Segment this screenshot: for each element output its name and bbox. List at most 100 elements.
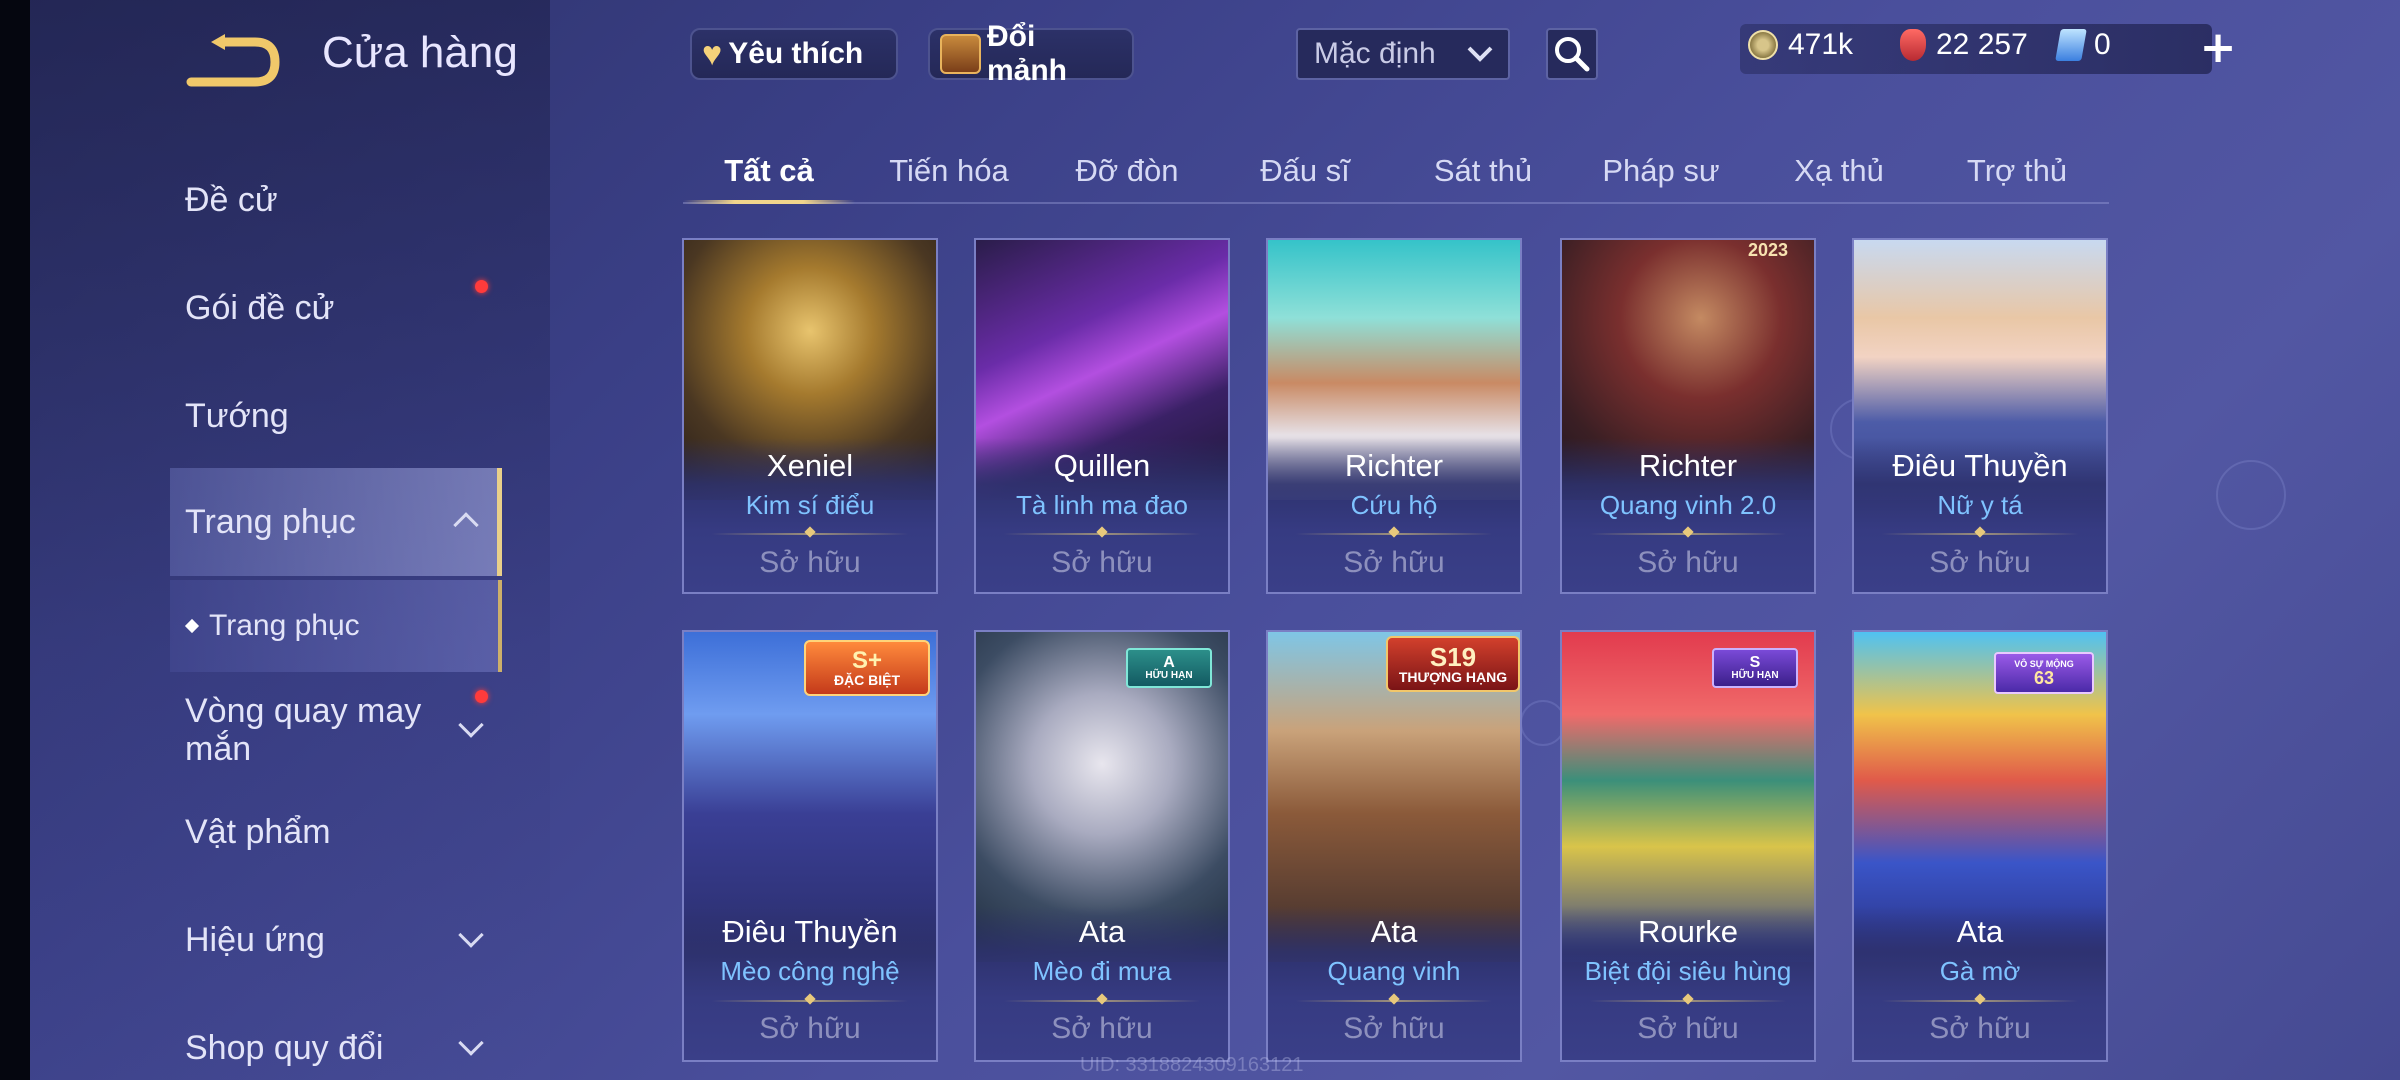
skin-card[interactable]: Richter Cứu hộ Sở hữu xyxy=(1266,238,1522,594)
shop-screen: Cửa hàng ♥ Yêu thích Đổi mảnh Mặc định 4… xyxy=(0,0,2400,1080)
sidebar-item-label: Gói đề cử xyxy=(185,288,335,327)
skin-name: Nữ y tá xyxy=(1937,490,2023,520)
skin-card[interactable]: S HỮU HẠN Rourke Biệt đội siêu hùng Sở h… xyxy=(1560,630,1816,1062)
tab-evolution[interactable]: Tiến hóa xyxy=(863,142,1035,200)
skin-card[interactable]: S19 THƯỢNG HẠNG Ata Quang vinh Sở hữu xyxy=(1266,630,1522,1062)
card-divider xyxy=(1882,533,2078,535)
gold-amount: 471k xyxy=(1788,28,1854,61)
bullet-icon xyxy=(184,618,200,634)
skin-name: Mèo công nghệ xyxy=(720,956,900,986)
gem-balance: 0 xyxy=(2055,28,2111,62)
hero-name: Ata xyxy=(1078,914,1126,949)
search-icon xyxy=(1555,37,1590,72)
hero-name: Richter xyxy=(1344,448,1444,483)
skin-name: Tà linh ma đao xyxy=(1016,490,1188,520)
sidebar-subitem-skins[interactable]: Trang phục xyxy=(170,580,502,672)
tab-fighter[interactable]: Đấu sĩ xyxy=(1219,142,1391,200)
card-divider xyxy=(1590,533,1786,535)
tab-mage[interactable]: Pháp sư xyxy=(1575,142,1747,200)
gold-coin-icon xyxy=(1748,30,1778,60)
tab-label: Tất cả xyxy=(724,153,814,188)
tab-support[interactable]: Trợ thủ xyxy=(1931,142,2103,200)
sidebar-item-label: Trang phục xyxy=(185,502,356,541)
hero-name: Xeniel xyxy=(766,448,854,483)
tab-label: Tiến hóa xyxy=(889,153,1009,188)
favorites-button[interactable]: ♥ Yêu thích xyxy=(690,28,898,80)
skin-card[interactable]: VÔ SỰ MỘNG 63 Ata Gà mờ Sở hữu xyxy=(1852,630,2108,1062)
tab-tank[interactable]: Đỡ đòn xyxy=(1041,142,1213,200)
sidebar-item-lucky-wheel[interactable]: Vòng quay may mắn xyxy=(170,680,502,780)
sidebar-item-heroes[interactable]: Tướng xyxy=(170,386,502,446)
chevron-down-icon xyxy=(1467,46,1493,62)
owned-label: Sở hữu xyxy=(759,546,861,579)
shard-exchange-button[interactable]: Đổi mảnh xyxy=(928,20,1134,87)
skin-card[interactable]: A HỮU HẠN Ata Mèo đi mưa Sở hữu xyxy=(974,630,1230,1062)
hero-name: Richter xyxy=(1638,448,1738,483)
sort-selected-value: Mặc định xyxy=(1314,37,1436,70)
card-divider xyxy=(1296,1000,1492,1002)
back-button[interactable] xyxy=(185,30,280,90)
tab-label: Đấu sĩ xyxy=(1260,153,1350,188)
tier-badge-label: S xyxy=(1749,654,1761,671)
hero-name: Ata xyxy=(1956,914,2004,949)
sidebar-item-exchange-shop[interactable]: Shop quy đổi xyxy=(170,1018,502,1078)
user-id-label: UID: 3318824309163121 xyxy=(1080,1054,1304,1076)
owned-label: Sở hữu xyxy=(1637,1012,1739,1045)
card-divider xyxy=(1004,533,1200,535)
heart-icon: ♥ xyxy=(702,35,723,73)
tier-badge-sublabel: THƯỢNG HẠNG xyxy=(1398,669,1508,685)
tab-assassin[interactable]: Sát thủ xyxy=(1397,142,1569,200)
card-divider xyxy=(712,1000,908,1002)
sort-dropdown[interactable]: Mặc định xyxy=(1296,28,1510,80)
tier-badge-label: S+ xyxy=(851,647,883,674)
skin-card[interactable]: Điêu Thuyền Nữ y tá Sở hữu xyxy=(1852,238,2108,594)
tab-label: Pháp sư xyxy=(1602,153,1720,188)
tier-badge-label: A xyxy=(1163,654,1175,671)
owned-label: Sở hữu xyxy=(1929,546,2031,579)
voucher-icon xyxy=(1900,29,1926,61)
tier-badge-sublabel: HỮU HẠN xyxy=(1731,670,1779,681)
skin-card[interactable]: Xeniel Kim sí điểu Sở hữu xyxy=(682,238,938,594)
tier-badge: S+ ĐẶC BIỆT xyxy=(804,640,930,696)
decorative-ring xyxy=(2216,460,2286,530)
tier-badge-sublabel: ĐẶC BIỆT xyxy=(833,672,901,688)
back-arrow-icon xyxy=(186,34,280,87)
skin-card[interactable]: Quillen Tà linh ma đao Sở hữu xyxy=(974,238,1230,594)
owned-label: Sở hữu xyxy=(1051,546,1153,579)
chevron-up-icon xyxy=(453,512,479,538)
left-edge-bar xyxy=(0,0,30,1080)
tab-marksman[interactable]: Xạ thủ xyxy=(1753,142,1925,200)
notification-dot xyxy=(475,280,488,293)
card-divider xyxy=(1882,1000,2078,1002)
sidebar-item-effects[interactable]: Hiệu ứng xyxy=(170,910,502,970)
skin-card[interactable]: 2023 Richter Quang vinh 2.0 Sở hữu xyxy=(1560,238,1816,594)
skin-name: Quang vinh xyxy=(1327,956,1461,986)
sidebar-item-label: Vòng quay may mắn xyxy=(185,691,422,768)
tab-all[interactable]: Tất cả xyxy=(683,142,855,204)
sidebar: Đề cử Gói đề cử Tướng Trang phục Trang p… xyxy=(170,150,502,1080)
owned-label: Sở hữu xyxy=(1637,546,1739,579)
sidebar-item-label: Hiệu ứng xyxy=(185,920,325,959)
sidebar-item-label: Vật phẩm xyxy=(185,812,331,851)
hero-name: Rourke xyxy=(1638,914,1738,949)
tier-badge: VÔ SỰ MỘNG 63 xyxy=(1994,652,2094,694)
skin-name: Biệt đội siêu hùng xyxy=(1584,956,1792,986)
page-title: Cửa hàng xyxy=(322,28,518,77)
sidebar-item-skins[interactable]: Trang phục xyxy=(170,468,502,576)
topup-plus-button[interactable]: + xyxy=(2196,26,2240,70)
hero-name: Điêu Thuyền xyxy=(1892,448,2068,483)
search-button[interactable] xyxy=(1546,28,1598,80)
tier-badge: S19 THƯỢNG HẠNG xyxy=(1386,636,1520,692)
active-tab-indicator xyxy=(683,200,855,204)
tab-label: Trợ thủ xyxy=(1966,153,2068,188)
sidebar-item-bundles[interactable]: Gói đề cử xyxy=(170,278,502,338)
voucher-amount: 22 257 xyxy=(1936,28,2028,61)
skin-card[interactable]: S+ ĐẶC BIỆT Điêu Thuyền Mèo công nghệ Sở… xyxy=(682,630,938,1062)
tier-badge: A HỮU HẠN xyxy=(1126,648,1212,688)
category-tabs: Tất cả Tiến hóa Đỡ đòn Đấu sĩ Sát thủ Ph… xyxy=(683,142,2109,204)
tier-badge-sublabel: HỮU HẠN xyxy=(1145,670,1193,681)
year-badge: 2023 xyxy=(1747,240,1789,260)
skin-name: Gà mờ xyxy=(1939,956,2021,986)
sidebar-item-recommended[interactable]: Đề cử xyxy=(170,170,502,230)
sidebar-item-items[interactable]: Vật phẩm xyxy=(170,802,502,862)
